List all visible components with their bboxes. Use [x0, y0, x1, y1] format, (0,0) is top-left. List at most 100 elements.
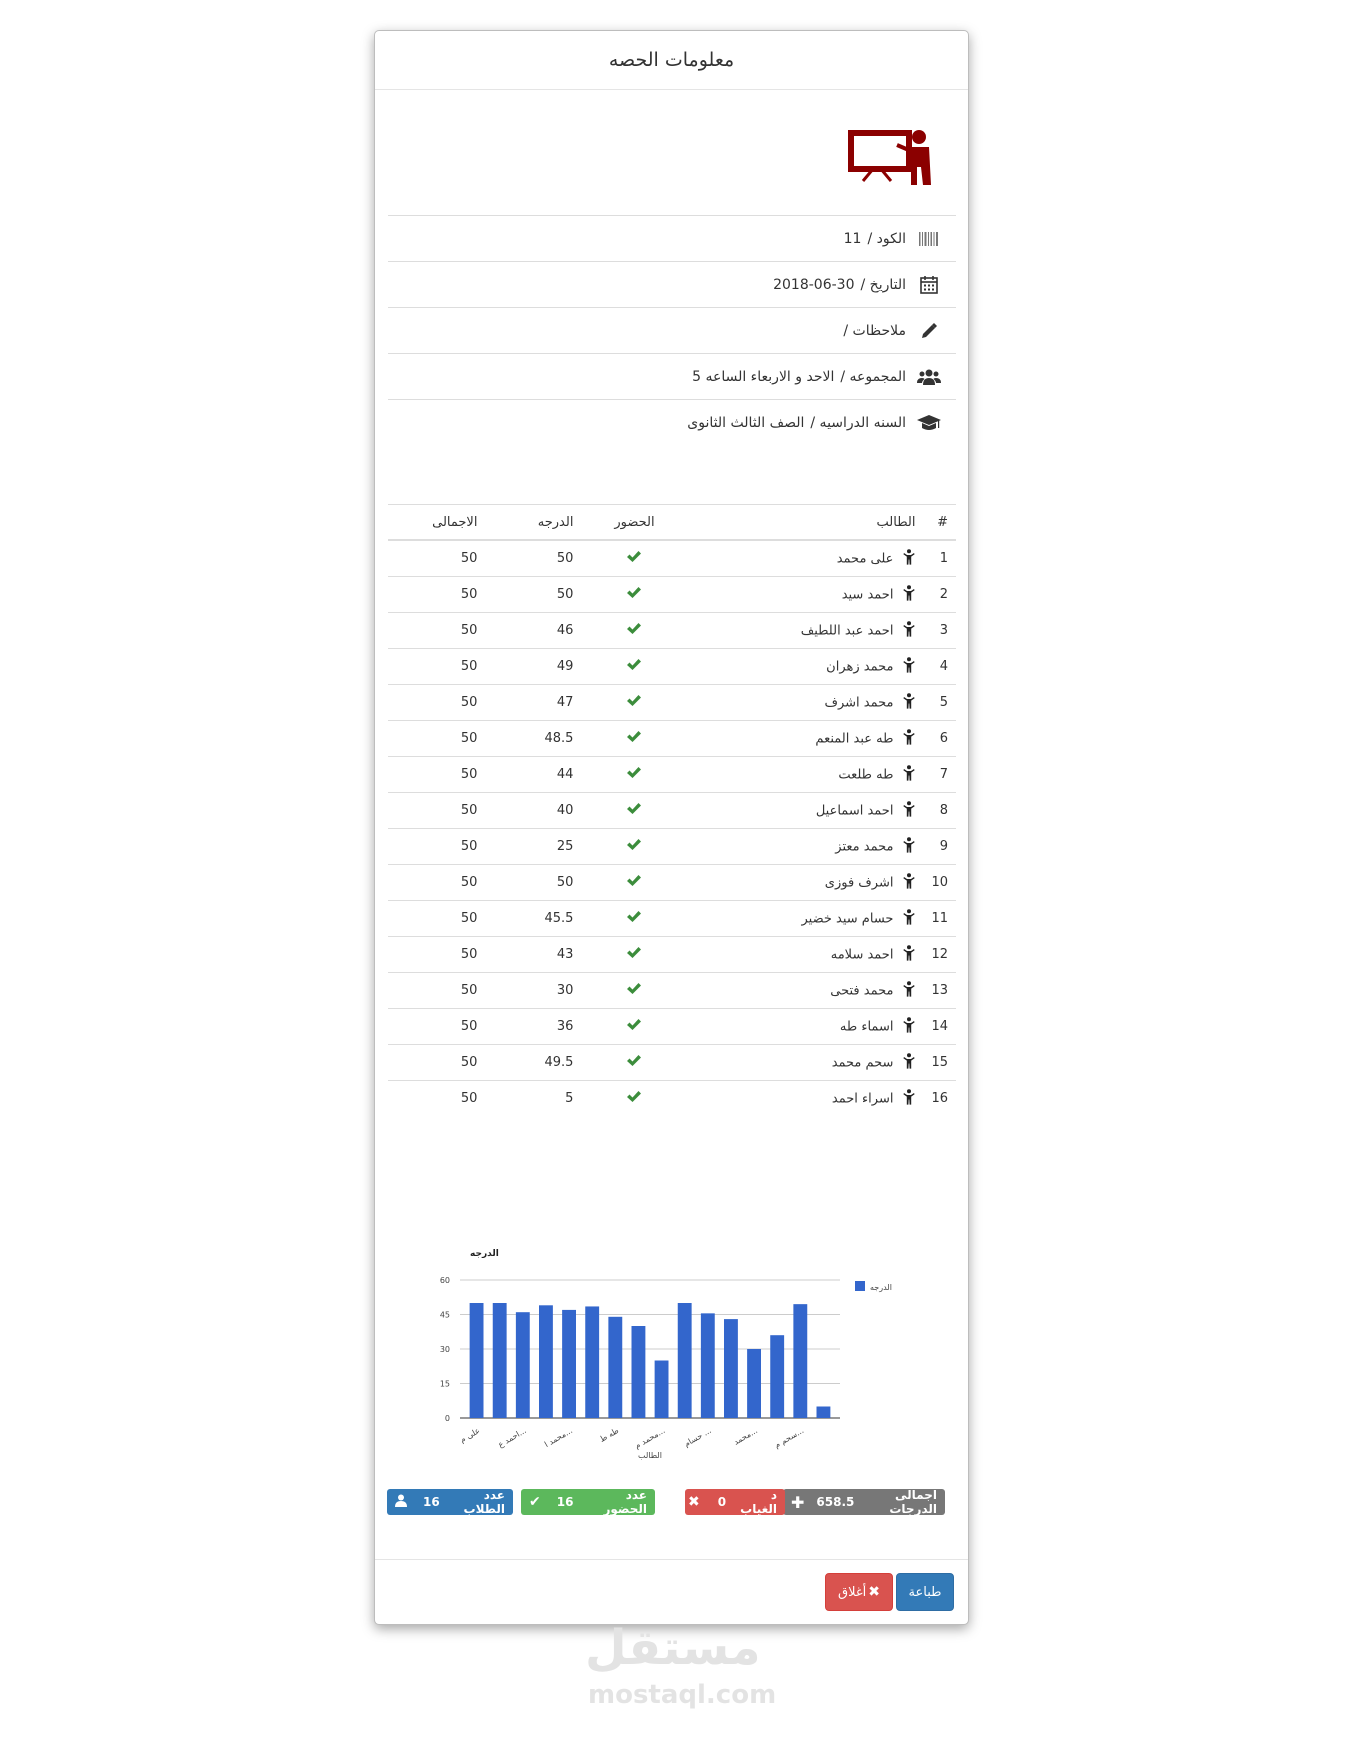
x-tick-label: محمد ا... [543, 1426, 574, 1449]
person-icon [903, 908, 916, 929]
student-name-cell: محمد اشرف [687, 684, 924, 721]
attendance-cell [581, 684, 688, 721]
student-name: احمد سلامه [830, 947, 894, 962]
student-name: محمد معتز [835, 839, 894, 854]
legend-label: الدرجه [870, 1283, 892, 1292]
grade-cell: 45.5 [495, 900, 582, 937]
check-icon [626, 695, 642, 711]
student-name: احمد اسماعيل [815, 803, 894, 818]
x-tick-label: محمد م... [633, 1426, 666, 1451]
total-grades-badge: اجمالى الدرجات 658.5 ✚ [783, 1488, 945, 1516]
total-cell: 50 [388, 1008, 496, 1045]
modal-footer [375, 1559, 968, 1560]
student-name-cell: حسام سيد خضير [687, 900, 924, 937]
x-tick-label: طه ط [598, 1426, 620, 1444]
info-group: المجموعه / الاحد و الاربعاء الساعه 5 [388, 353, 956, 399]
check-icon [626, 947, 642, 963]
absence-badge: د الغياب 0 ✖ [685, 1488, 785, 1516]
chart-bar [562, 1309, 576, 1418]
row-number: 12 [923, 936, 956, 973]
print-button[interactable]: طباعة [896, 1573, 954, 1611]
table-header-row: # الطالب الحضور الدرجه الاجمالى [388, 504, 956, 541]
check-icon [626, 1019, 642, 1035]
chart-bar [515, 1312, 530, 1418]
row-number: 7 [923, 756, 956, 793]
total-cell: 50 [388, 1080, 496, 1116]
student-name-cell: طه طلعت [687, 756, 924, 793]
session-info-list: الكود / 11 التاريخ / 2018-06-30 ملاحظات … [388, 215, 956, 445]
person-icon [903, 656, 916, 677]
attendance-cell [581, 648, 688, 685]
modal-header: معلومات الحصه [375, 31, 968, 90]
person-icon [903, 1016, 916, 1037]
grade-cell: 48.5 [495, 720, 582, 757]
grade-cell: 36 [495, 1008, 582, 1045]
check-icon [626, 875, 642, 891]
check-icon [626, 659, 642, 675]
row-number: 6 [923, 720, 956, 757]
chart-title: الدرجه [470, 1249, 499, 1259]
grades-chart: الدرجه 0 15 30 45 60 على م احمد ع... محمد ا... طه… [430, 1201, 930, 1471]
total-cell: 50 [388, 936, 496, 973]
users-icon [916, 367, 942, 387]
session-info-modal: معلومات الحصه الكود / 11 التاريخ / 2018-… [374, 30, 969, 1625]
chart-bar [631, 1326, 646, 1418]
total-cell: 50 [388, 576, 496, 613]
row-number: 14 [923, 1008, 956, 1045]
table-row: 11 حسام سيد خضير 45.5 50 [388, 900, 956, 937]
student-name-cell: طه عبد المنعم [687, 720, 924, 757]
check-icon [626, 803, 642, 819]
table-row: 9 محمد معتز 25 50 [388, 828, 956, 865]
table-row: 12 احمد سلامه 43 50 [388, 936, 956, 973]
person-icon [903, 944, 916, 965]
grade-cell: 50 [495, 576, 582, 613]
attendance-cell [581, 720, 688, 757]
x-tick-label: محمد... [732, 1426, 759, 1447]
chart-bar [816, 1406, 831, 1418]
grade-cell: 49.5 [495, 1044, 582, 1081]
student-name: محمد فتحى [830, 983, 894, 998]
chart-bar [700, 1313, 715, 1418]
total-cell: 50 [388, 828, 496, 865]
x-tick-label: سحم م... [773, 1426, 805, 1450]
row-number: 9 [923, 828, 956, 865]
barcode-icon [916, 229, 942, 249]
check-icon [626, 767, 642, 783]
grade-cell: 50 [495, 539, 582, 577]
graduation-cap-icon [916, 413, 942, 433]
total-cell: 50 [388, 1044, 496, 1081]
total-cell: 50 [388, 684, 496, 721]
student-name-cell: احمد عبد اللطيف [687, 612, 924, 649]
check-icon [626, 587, 642, 603]
x-axis-label: الطالب [638, 1451, 662, 1460]
calendar-icon [916, 275, 942, 295]
table-row: 5 محمد اشرف 47 50 [388, 684, 956, 721]
check-icon [626, 983, 642, 999]
check-icon [626, 1091, 642, 1107]
x-tick-label: على م [458, 1426, 481, 1445]
table-row: 8 احمد اسماعيل 40 50 [388, 792, 956, 829]
student-name: اسماء طه [839, 1019, 894, 1034]
legend-swatch [855, 1281, 865, 1291]
table-row: 2 احمد سيد 50 50 [388, 576, 956, 613]
student-name: طه عبد المنعم [815, 731, 894, 746]
row-number: 11 [923, 900, 956, 937]
grade-cell: 44 [495, 756, 582, 793]
table-row: 16 اسراء احمد 5 50 [388, 1080, 956, 1116]
row-number: 8 [923, 792, 956, 829]
attendance-cell [581, 792, 688, 829]
watermark-english: mostaql.com [588, 1680, 777, 1710]
grade-cell: 5 [495, 1080, 582, 1116]
col-num: # [923, 504, 956, 541]
attendance-cell [581, 900, 688, 937]
teacher-presentation-icon [847, 127, 939, 195]
attendance-cell [581, 756, 688, 793]
student-name-cell: على محمد [687, 539, 924, 577]
attendance-cell [581, 576, 688, 613]
close-button[interactable]: ✖ أغلاق [825, 1573, 893, 1611]
student-name-cell: محمد زهران [687, 648, 924, 685]
x-tick-label: احمد ع... [497, 1426, 528, 1449]
grade-cell: 30 [495, 972, 582, 1009]
y-tick-label: 0 [445, 1414, 450, 1423]
person-icon [903, 1088, 916, 1109]
